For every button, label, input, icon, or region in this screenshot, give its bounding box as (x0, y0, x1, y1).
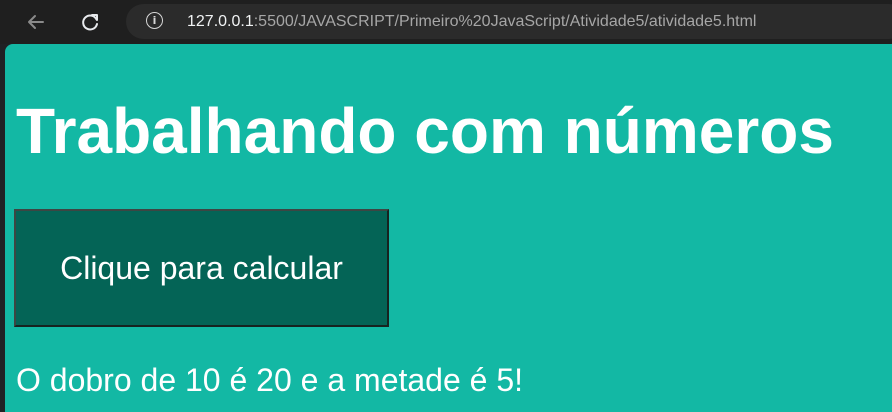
reload-button[interactable] (76, 8, 104, 36)
browser-toolbar: i 127.0.0.1:5500/JAVASCRIPT/Primeiro%20J… (0, 0, 892, 44)
address-bar[interactable]: i 127.0.0.1:5500/JAVASCRIPT/Primeiro%20J… (126, 4, 892, 39)
arrow-left-icon (28, 15, 44, 29)
back-button[interactable] (22, 8, 50, 36)
page-title: Trabalhando com números (16, 95, 834, 167)
url-path: :5500/JAVASCRIPT/Primeiro%20JavaScript/A… (253, 13, 757, 30)
page-viewport: Trabalhando com números Clique para calc… (5, 44, 892, 412)
url-host: 127.0.0.1 (187, 13, 254, 30)
calculate-button[interactable]: Clique para calcular (14, 209, 389, 327)
result-text: O dobro de 10 é 20 e a metade é 5! (16, 362, 524, 398)
info-icon[interactable]: i (146, 12, 163, 29)
url-text[interactable]: 127.0.0.1:5500/JAVASCRIPT/Primeiro%20Jav… (187, 12, 756, 31)
reload-icon (82, 14, 98, 31)
